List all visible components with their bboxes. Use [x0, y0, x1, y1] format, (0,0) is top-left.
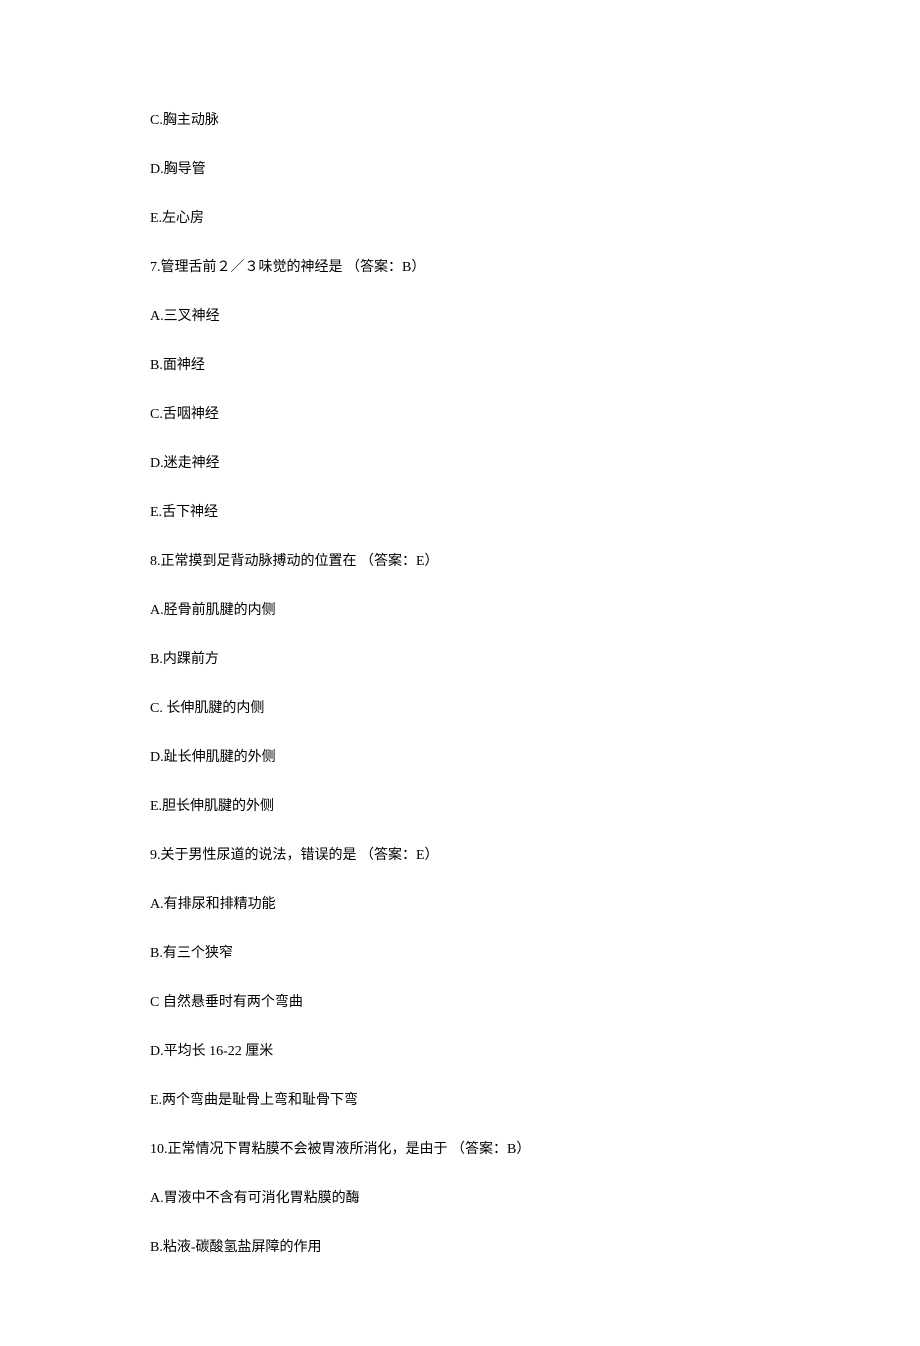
option-text: C 自然悬垂时有两个弯曲 — [150, 992, 770, 1013]
option-text: B.有三个狭窄 — [150, 943, 770, 964]
question-text: 8.正常摸到足背动脉搏动的位置在 （答案：E） — [150, 551, 770, 572]
option-text: E.左心房 — [150, 208, 770, 229]
option-text: C.舌咽神经 — [150, 404, 770, 425]
option-text: E.舌下神经 — [150, 502, 770, 523]
option-text: C.胸主动脉 — [150, 110, 770, 131]
option-text: E.两个弯曲是耻骨上弯和耻骨下弯 — [150, 1090, 770, 1111]
document-page: C.胸主动脉 D.胸导管 E.左心房 7.管理舌前２／３味觉的神经是 （答案：B… — [0, 0, 920, 1346]
option-text: D.趾长伸肌腱的外侧 — [150, 747, 770, 768]
option-text: A.三叉神经 — [150, 306, 770, 327]
option-text: B.面神经 — [150, 355, 770, 376]
question-text: 7.管理舌前２／３味觉的神经是 （答案：B） — [150, 257, 770, 278]
option-text: A.胫骨前肌腱的内侧 — [150, 600, 770, 621]
option-text: D.胸导管 — [150, 159, 770, 180]
question-text: 9.关于男性尿道的说法，错误的是 （答案：E） — [150, 845, 770, 866]
option-text: A.胃液中不含有可消化胃粘膜的酶 — [150, 1188, 770, 1209]
option-text: D.平均长 16-22 厘米 — [150, 1041, 770, 1062]
option-text: A.有排尿和排精功能 — [150, 894, 770, 915]
option-text: E.胆长伸肌腱的外侧 — [150, 796, 770, 817]
question-text: 10.正常情况下胃粘膜不会被胃液所消化，是由于 （答案：B） — [150, 1139, 770, 1160]
option-text: D.迷走神经 — [150, 453, 770, 474]
option-text: C. 长伸肌腱的内侧 — [150, 698, 770, 719]
option-text: B.粘液-碳酸氢盐屏障的作用 — [150, 1237, 770, 1258]
option-text: B.内踝前方 — [150, 649, 770, 670]
